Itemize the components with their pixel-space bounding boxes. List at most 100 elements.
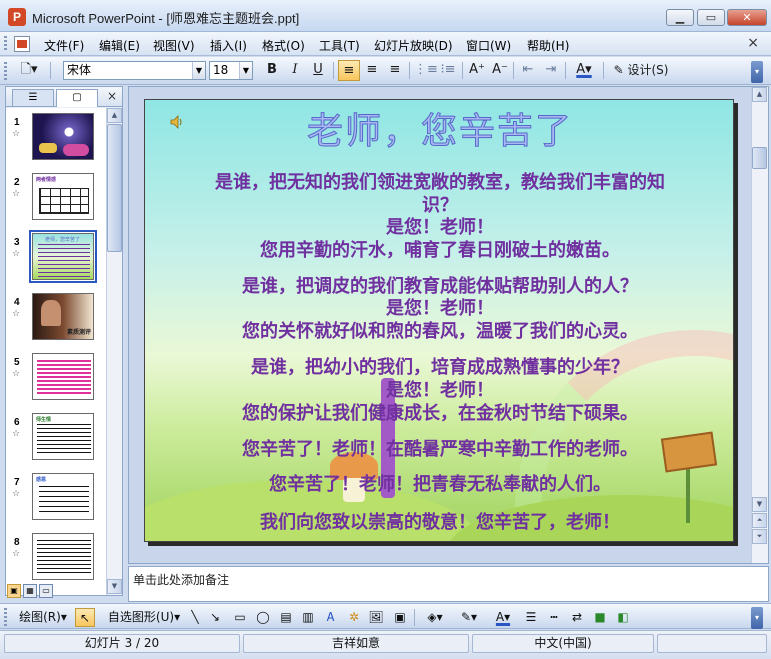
document-close-button[interactable]: × xyxy=(747,35,759,51)
text-box-icon[interactable]: ▤ xyxy=(276,608,296,627)
line-icon[interactable]: ╲ xyxy=(186,608,204,627)
bullets-icon[interactable]: ⁝≡ xyxy=(437,60,459,81)
toolbar-grip[interactable] xyxy=(4,608,7,626)
menu-grip[interactable] xyxy=(4,36,7,52)
toolbar-options-icon[interactable]: ▾ xyxy=(751,607,763,629)
normal-view-icon[interactable]: ▣ xyxy=(7,584,21,598)
line-style-icon[interactable]: ☰ xyxy=(521,608,541,627)
powerpoint-app-icon[interactable]: P xyxy=(8,8,26,26)
3d-style-icon[interactable]: ◧ xyxy=(613,608,633,627)
menu-format[interactable]: 格式(O) xyxy=(262,37,305,54)
previous-slide-icon[interactable]: ⏶ xyxy=(752,513,767,528)
current-slide[interactable]: 老师，您辛苦了 是谁，把无知的我们领进宽敞的教室，教给我们丰富的知 识？ 是您！… xyxy=(144,99,734,542)
align-right-icon[interactable]: ≡ xyxy=(384,60,406,81)
line-color-icon[interactable]: ✎▾ xyxy=(454,608,484,627)
align-center-icon[interactable]: ≡ xyxy=(361,60,383,81)
slide-thumbnail-1[interactable]: 1 ☆ xyxy=(6,111,106,167)
font-name-value: 宋体 xyxy=(67,63,92,77)
slide-thumbnail-8[interactable]: 8 ☆ xyxy=(6,531,106,587)
arrow-style-icon[interactable]: ⇄ xyxy=(567,608,587,627)
vertical-text-box-icon[interactable]: ▥ xyxy=(298,608,318,627)
slide-thumbnail-4[interactable]: 4 ☆ 素质测评 xyxy=(6,291,106,347)
slide-thumbnail-6[interactable]: 6 ☆ 师生情 xyxy=(6,411,106,467)
increase-indent-icon[interactable]: ⇥ xyxy=(540,60,562,81)
toolbar-grip[interactable] xyxy=(4,62,7,80)
close-button[interactable]: ✕ xyxy=(727,9,767,26)
slide-text-line[interactable]: 您的关怀就好似和煦的春风，温暖了我们的心灵。 xyxy=(145,317,733,343)
rectangle-icon[interactable]: ▭ xyxy=(230,608,250,627)
bold-button[interactable]: B xyxy=(262,60,282,81)
menu-slideshow[interactable]: 幻灯片放映(D) xyxy=(374,37,453,54)
slideshow-view-icon[interactable]: ▭ xyxy=(39,584,53,598)
font-color-icon[interactable]: A▾ xyxy=(488,608,518,627)
slide-sorter-view-icon[interactable]: ▦ xyxy=(23,584,37,598)
scroll-down-icon[interactable]: ▼ xyxy=(752,497,767,512)
align-left-icon[interactable]: ≡ xyxy=(338,60,360,81)
menu-tools[interactable]: 工具(T) xyxy=(319,37,360,54)
menu-file[interactable]: 文件(F) xyxy=(44,37,84,54)
dash-style-icon[interactable]: ┅ xyxy=(544,608,564,627)
animation-star-icon: ☆ xyxy=(12,249,21,259)
autoshapes-label: 自选图形(U) xyxy=(107,610,175,624)
decrease-indent-icon[interactable]: ⇤ xyxy=(517,60,539,81)
font-size-select[interactable]: 18 ▼ xyxy=(209,61,253,80)
select-objects-icon[interactable]: ↖ xyxy=(75,608,95,627)
decrease-font-size-icon[interactable]: A⁻ xyxy=(489,60,511,81)
slide-text-line[interactable]: 您辛苦了！老师！在酷暑严寒中辛勤工作的老师。 xyxy=(145,435,733,461)
menu-view[interactable]: 视图(V) xyxy=(153,37,195,54)
slide-thumbnail-5[interactable]: 5 ☆ xyxy=(6,351,106,407)
menu-window[interactable]: 窗口(W) xyxy=(466,37,511,54)
notes-placeholder[interactable]: 单击此处添加备注 xyxy=(133,571,229,588)
scrollbar-thumb[interactable] xyxy=(107,124,122,252)
slide-text-line[interactable]: 您的保护让我们健康成长，在金秋时节结下硕果。 xyxy=(145,399,733,425)
scroll-up-icon[interactable]: ▲ xyxy=(107,108,122,123)
slide-thumbnail-7[interactable]: 7 ☆ 感恩 xyxy=(6,471,106,527)
diagram-icon[interactable]: ✲ xyxy=(344,608,364,627)
picture-icon[interactable]: ▣ xyxy=(390,608,410,627)
document-icon[interactable] xyxy=(14,36,30,52)
pane-close-icon[interactable]: × xyxy=(107,89,117,103)
italic-button[interactable]: I xyxy=(285,60,305,81)
arrow-icon[interactable]: ↘ xyxy=(206,608,224,627)
font-color-icon[interactable]: A▾ xyxy=(569,60,599,81)
fill-color-icon[interactable]: ◈▾ xyxy=(420,608,450,627)
clip-art-icon[interactable]: 🖼 xyxy=(366,608,386,627)
slide-text-line[interactable]: 您辛苦了！老师！把青春无私奉献的人们。 xyxy=(145,470,733,496)
slide-text-line[interactable]: 我们向您致以崇高的敬意！您辛苦了，老师！ xyxy=(145,508,733,534)
chevron-down-icon[interactable]: ▼ xyxy=(192,62,205,79)
next-slide-icon[interactable]: ⏷ xyxy=(752,529,767,544)
toolbar-separator xyxy=(462,62,463,79)
language-status[interactable]: 中文(中国) xyxy=(472,634,654,653)
chevron-down-icon[interactable]: ▼ xyxy=(239,62,252,79)
shadow-style-icon[interactable]: ■ xyxy=(590,608,610,627)
autoshapes-button[interactable]: 自选图形(U)▾ xyxy=(102,608,186,627)
oval-icon[interactable]: ◯ xyxy=(253,608,273,627)
tab-outline[interactable]: ☰ xyxy=(12,89,54,106)
menu-help[interactable]: 帮助(H) xyxy=(527,37,569,54)
slides-pane-scrollbar[interactable]: ▲ ▼ xyxy=(106,108,122,595)
menu-insert[interactable]: 插入(I) xyxy=(210,37,247,54)
slide-text-line[interactable]: 您用辛勤的汗水，哺育了春日刚破土的嫩苗。 xyxy=(145,236,733,262)
slide-area-scrollbar[interactable]: ▲ ▼ ⏶ ⏷ xyxy=(751,87,768,563)
new-document-icon[interactable]: 🗋▾ xyxy=(14,60,44,81)
increase-font-size-icon[interactable]: A⁺ xyxy=(466,60,488,81)
toolbar-options-icon[interactable]: ▾ xyxy=(751,61,763,83)
slide-title[interactable]: 老师，您辛苦了 xyxy=(145,102,733,154)
maximize-button[interactable]: ▭ xyxy=(697,9,725,26)
draw-menu-button[interactable]: 绘图(R)▾ xyxy=(14,608,72,627)
minimize-button[interactable]: ▁ xyxy=(666,9,694,26)
tab-slides[interactable]: ▢ xyxy=(56,89,98,107)
scrollbar-thumb[interactable] xyxy=(752,147,767,169)
numbering-icon[interactable]: ⋮≡ xyxy=(414,60,438,81)
scroll-up-icon[interactable]: ▲ xyxy=(752,87,767,102)
slide-preview xyxy=(32,113,94,160)
design-button[interactable]: ✎ 设计(S) xyxy=(608,60,674,81)
font-name-select[interactable]: 宋体 ▼ xyxy=(63,61,206,80)
slide-thumbnail-2[interactable]: 2 ☆ 两者情感 xyxy=(6,171,106,227)
menu-edit[interactable]: 编辑(E) xyxy=(99,37,140,54)
slide-thumbnail-3[interactable]: 3 ☆ 老师，您辛苦了 xyxy=(6,230,106,287)
toolbar-separator xyxy=(513,62,514,79)
notes-pane[interactable]: 单击此处添加备注 xyxy=(128,566,769,602)
wordart-icon[interactable]: Ꭺ xyxy=(321,608,341,627)
underline-button[interactable]: U xyxy=(308,60,328,81)
